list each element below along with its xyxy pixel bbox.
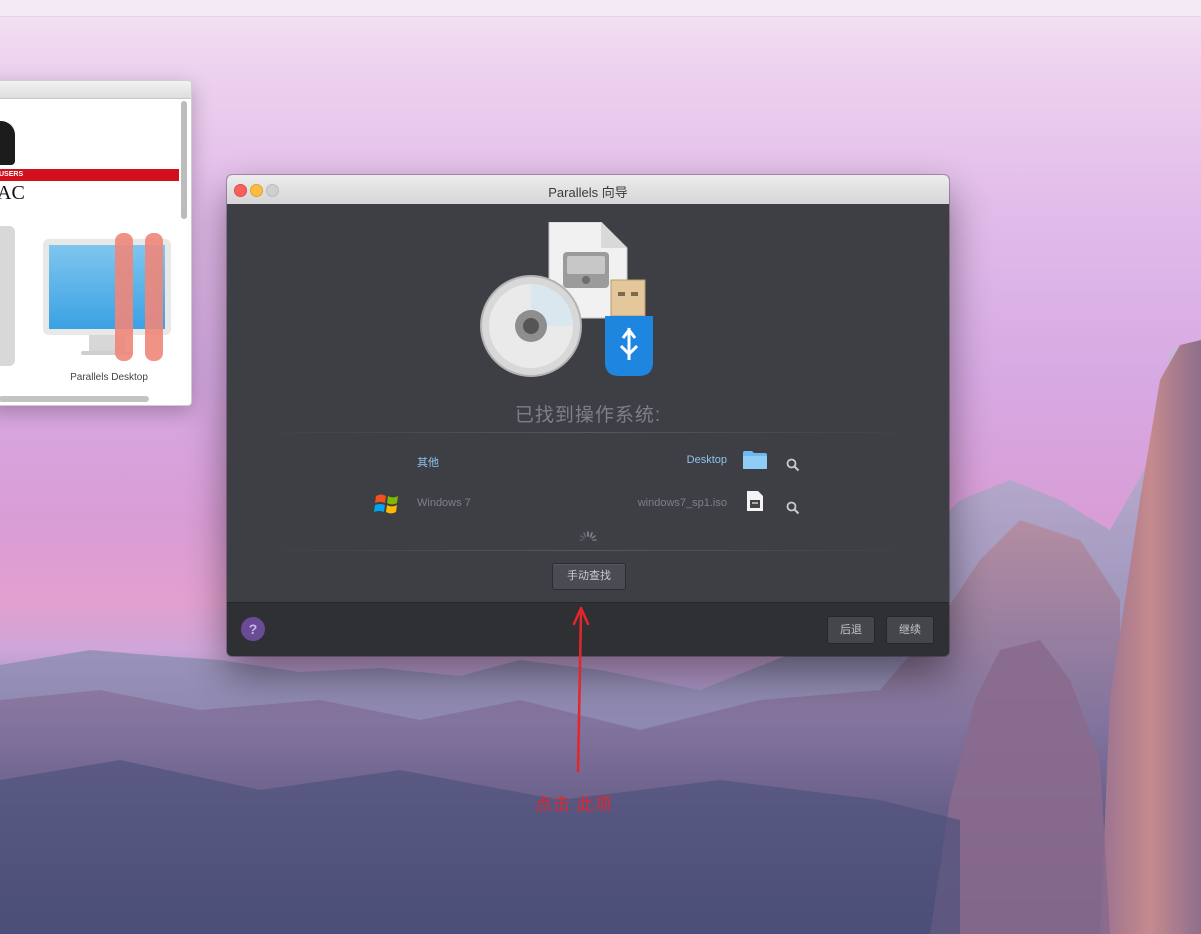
rows-separator <box>247 550 929 551</box>
parallels-logo-bar-left <box>115 233 133 361</box>
windows-logo-icon <box>374 494 398 514</box>
help-icon[interactable]: ? <box>241 617 265 641</box>
vertical-scrollbar[interactable] <box>181 101 187 219</box>
window-titlebar: Parallels 向导 <box>227 175 949 205</box>
loading-spinner-icon <box>579 531 597 541</box>
heading-separator <box>247 432 929 433</box>
annotation-arrow-icon <box>572 606 590 773</box>
install-media-illustration <box>480 222 653 377</box>
continue-button[interactable]: 继续 <box>886 616 934 644</box>
back-button[interactable]: 后退 <box>827 616 875 644</box>
iso-file-icon <box>747 491 763 511</box>
background-window-titlebar <box>0 81 191 99</box>
cd-disc-icon <box>480 275 582 377</box>
app-caption: Parallels Desktop <box>70 372 148 383</box>
os-row-other-location[interactable]: Desktop <box>627 454 727 466</box>
parallels-wizard-window: Parallels 向导 已找到操作系统: 其他 Desktop Windows… <box>227 175 949 656</box>
cover-banner: USERS <box>0 169 179 181</box>
folder-icon <box>743 451 767 469</box>
parallels-logo-bar-right <box>145 233 163 361</box>
cover-title: AC <box>0 182 25 204</box>
horizontal-scrollbar[interactable] <box>0 396 149 402</box>
os-found-heading: 已找到操作系统: <box>514 405 662 426</box>
background-window: USERS AC Parallels Desktop <box>0 80 192 406</box>
usb-drive-icon <box>605 279 653 376</box>
product-box-image <box>0 226 15 366</box>
wizard-content: 已找到操作系统: 其他 Desktop Windows 7 windows7_s… <box>227 204 949 602</box>
os-row-other-name[interactable]: 其他 <box>417 454 439 470</box>
search-icon[interactable] <box>786 458 800 472</box>
manual-locate-button[interactable]: 手动查找 <box>552 563 626 590</box>
annotation-text: 点击 此项 <box>535 795 613 814</box>
window-title: Parallels 向导 <box>548 185 628 200</box>
os-row-windows-location[interactable]: windows7_sp1.iso <box>607 497 727 509</box>
os-row-windows-name[interactable]: Windows 7 <box>417 497 471 509</box>
cover-person-image <box>0 121 15 165</box>
search-icon[interactable] <box>786 501 800 515</box>
